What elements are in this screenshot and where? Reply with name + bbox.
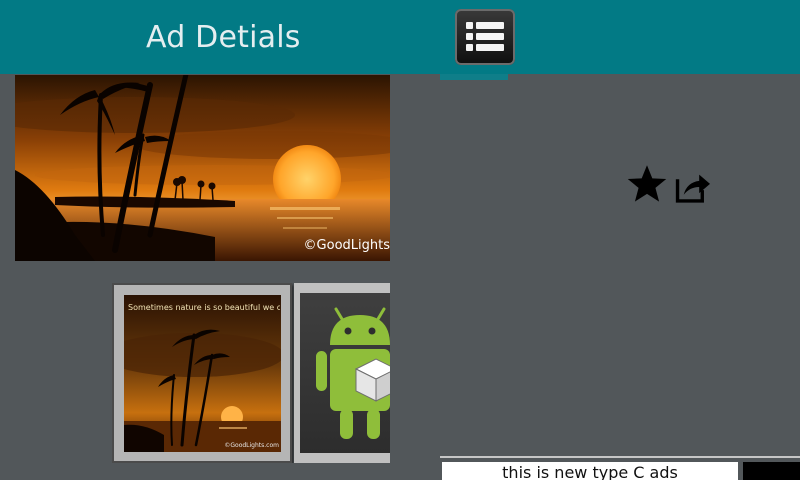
share-icon[interactable] [674, 170, 712, 204]
star-icon[interactable] [624, 162, 670, 206]
ad-divider [440, 456, 800, 458]
action-bar: Ad Detials [0, 0, 800, 74]
page-title: Ad Detials [146, 20, 301, 55]
thumbnail-watermark: ©GoodLights.com [224, 442, 279, 449]
thumbnail-item[interactable] [294, 283, 390, 463]
android-robot-icon [316, 307, 390, 439]
list-view-button[interactable] [455, 9, 515, 65]
sunset-image [15, 75, 390, 261]
ad-banner[interactable]: this is new type C ads [442, 462, 738, 480]
thumbnail-caption: Sometimes nature is so beautiful we can'… [128, 303, 280, 312]
app-screen: Ad Detials ©GoodLights Sometimes nature … [0, 0, 800, 480]
ad-banner-secondary[interactable] [743, 462, 800, 480]
thumbnail-image: Sometimes nature is so beautiful we can'… [124, 295, 281, 452]
ad-banner-text: this is new type C ads [502, 463, 678, 480]
thumbnail-item[interactable]: Sometimes nature is so beautiful we can'… [112, 283, 292, 463]
sunset-thumbnail [124, 295, 281, 452]
ad-main-image[interactable]: ©GoodLights [15, 75, 390, 261]
image-watermark: ©GoodLights [303, 238, 390, 253]
thumbnail-image [300, 293, 390, 453]
thumbnail-gallery[interactable]: Sometimes nature is so beautiful we can'… [112, 283, 390, 463]
tab-indicator [440, 74, 508, 80]
